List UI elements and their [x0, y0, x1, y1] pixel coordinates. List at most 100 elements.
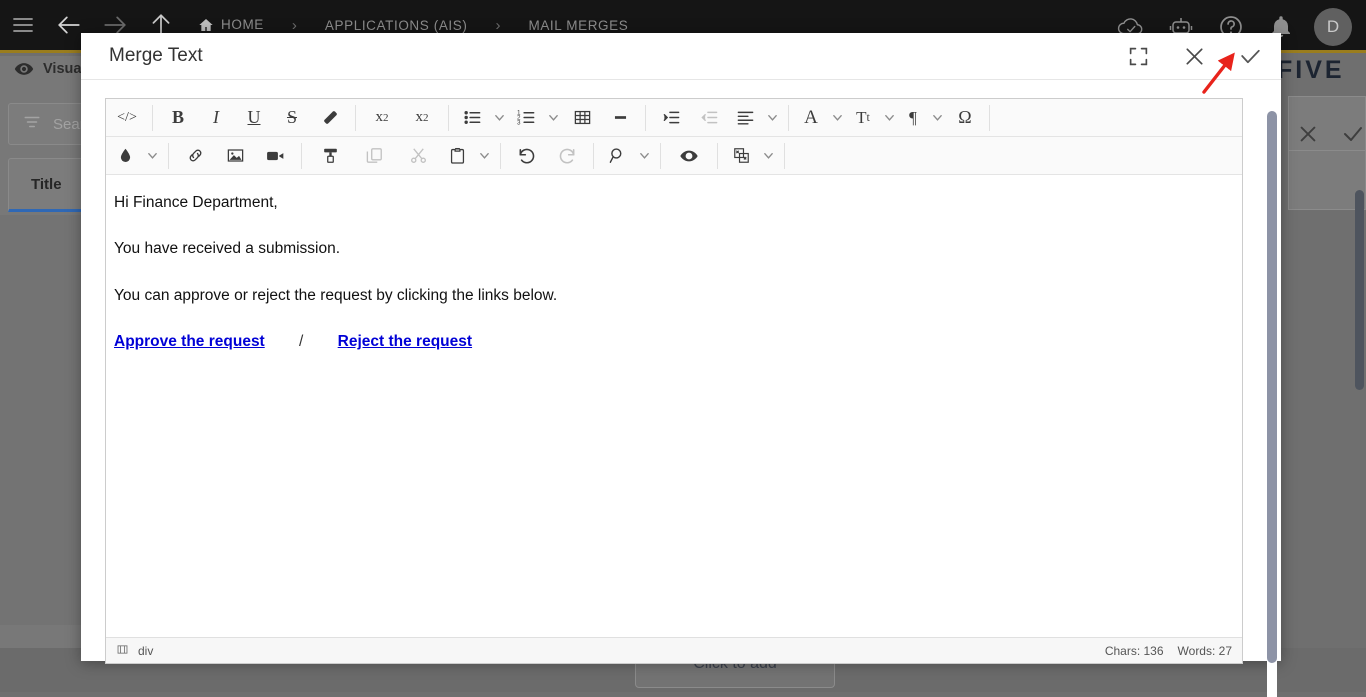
toolbar-divider: [301, 143, 302, 169]
approve-request-link[interactable]: Approve the request: [114, 333, 265, 350]
redo-icon[interactable]: [547, 139, 587, 173]
editor-toolbar-row-1: </> B I U S x2 x2: [106, 99, 1242, 137]
italic-button[interactable]: I: [197, 101, 235, 135]
toolbar-divider: [355, 105, 356, 131]
dialog-header: Merge Text: [81, 33, 1281, 80]
toolbar-divider: [152, 105, 153, 131]
editor-status-bar: div Chars: 136 Words: 27: [106, 637, 1242, 663]
char-count: Chars: 136: [1105, 644, 1164, 658]
home-icon: [198, 17, 214, 33]
chevron-down-icon[interactable]: [827, 101, 847, 135]
expand-button[interactable]: [1117, 37, 1159, 77]
element-path-icon: [116, 643, 129, 659]
chevron-down-icon[interactable]: [634, 139, 654, 173]
toolbar-divider: [717, 143, 718, 169]
chevron-down-icon[interactable]: [489, 101, 509, 135]
font-family-button[interactable]: A: [795, 101, 827, 135]
toolbar-divider: [645, 105, 646, 131]
doc-line-3: You can approve or reject the request by…: [114, 286, 1228, 305]
horizontal-rule-icon[interactable]: [601, 101, 639, 135]
bold-button[interactable]: B: [159, 101, 197, 135]
breadcrumb-item-applications[interactable]: APPLICATIONS (AIS): [319, 18, 474, 33]
column-header-label: Title: [31, 176, 62, 193]
insert-table-icon[interactable]: [563, 101, 601, 135]
preview-eye-icon[interactable]: [667, 139, 711, 173]
special-character-button[interactable]: Ω: [947, 101, 983, 135]
filter-icon: [23, 113, 41, 135]
breadcrumb-separator-1: ›: [270, 17, 319, 34]
dialog-actions: [1117, 33, 1271, 80]
eye-icon: [14, 59, 34, 79]
rich-text-editor: </> B I U S x2 x2: [105, 98, 1243, 664]
confirm-button[interactable]: [1229, 37, 1271, 77]
breadcrumb-label-home: HOME: [221, 17, 264, 32]
merge-text-dialog: Merge Text </>: [81, 33, 1281, 661]
breadcrumb-separator-2: ›: [473, 17, 522, 34]
record-confirm-icon[interactable]: [1341, 122, 1365, 151]
hamburger-icon[interactable]: [0, 0, 46, 52]
toolbar-divider: [593, 143, 594, 169]
superscript-button[interactable]: x2: [362, 101, 402, 135]
breadcrumb: HOME › APPLICATIONS (AIS) › MAIL MERGES: [192, 17, 634, 34]
dialog-title: Merge Text: [109, 45, 203, 67]
copy-icon[interactable]: [352, 139, 396, 173]
subscript-button[interactable]: x2: [402, 101, 442, 135]
chevron-down-icon[interactable]: [543, 101, 563, 135]
increase-indent-icon[interactable]: [652, 101, 690, 135]
counters: Chars: 136 Words: 27: [1105, 644, 1232, 658]
paste-icon[interactable]: [440, 139, 474, 173]
insert-link-icon[interactable]: [175, 139, 215, 173]
visual-tab-label: Visual: [43, 61, 85, 77]
chevron-down-icon[interactable]: [142, 139, 162, 173]
toolbar-divider: [784, 143, 785, 169]
doc-line-1: Hi Finance Department,: [114, 193, 1228, 212]
code-view-button[interactable]: </>: [108, 101, 146, 135]
toolbar-divider: [500, 143, 501, 169]
close-button[interactable]: [1173, 37, 1215, 77]
dialog-scrollbar-thumb[interactable]: [1267, 111, 1277, 663]
underline-button[interactable]: U: [235, 101, 273, 135]
visual-tab[interactable]: Visual: [14, 59, 85, 79]
toolbar-divider: [989, 105, 990, 131]
element-path-group: div: [116, 643, 153, 659]
cut-icon[interactable]: [396, 139, 440, 173]
toolbar-divider: [660, 143, 661, 169]
insert-video-icon[interactable]: [255, 139, 295, 173]
page-scrollbar[interactable]: [1355, 190, 1364, 390]
element-path-label[interactable]: div: [138, 644, 153, 658]
chevron-down-icon[interactable]: [762, 101, 782, 135]
link-separator: /: [269, 333, 333, 350]
editor-content-area[interactable]: Hi Finance Department, You have received…: [106, 175, 1242, 637]
ordered-list-icon[interactable]: 1 2 3: [509, 101, 543, 135]
paragraph-format-button[interactable]: ¶: [899, 101, 927, 135]
undo-icon[interactable]: [507, 139, 547, 173]
format-painter-icon[interactable]: [308, 139, 352, 173]
word-count: Words: 27: [1178, 644, 1232, 658]
reject-request-link[interactable]: Reject the request: [338, 333, 472, 350]
editor-toolbar-row-2: [106, 137, 1242, 175]
search-replace-icon[interactable]: [600, 139, 634, 173]
doc-links-line: Approve the request / Reject the request: [114, 332, 1228, 351]
chevron-down-icon[interactable]: [927, 101, 947, 135]
chevron-down-icon[interactable]: [879, 101, 899, 135]
toolbar-divider: [788, 105, 789, 131]
chevron-down-icon[interactable]: [474, 139, 494, 173]
avatar[interactable]: D: [1314, 8, 1352, 46]
align-icon[interactable]: [728, 101, 762, 135]
font-size-button[interactable]: Tt: [847, 101, 879, 135]
unordered-list-icon[interactable]: [455, 101, 489, 135]
svg-text:3: 3: [517, 120, 521, 127]
insert-image-icon[interactable]: [215, 139, 255, 173]
brand-logo-text: FIVE: [1277, 56, 1345, 85]
record-cancel-icon[interactable]: [1297, 123, 1319, 150]
breadcrumb-item-home[interactable]: HOME: [192, 17, 270, 33]
merge-field-icon[interactable]: [724, 139, 758, 173]
decrease-indent-icon[interactable]: [690, 101, 728, 135]
breadcrumb-item-mail-merges[interactable]: MAIL MERGES: [522, 18, 634, 33]
chevron-down-icon[interactable]: [758, 139, 778, 173]
text-color-droplet-icon[interactable]: [108, 139, 142, 173]
clear-formatting-icon[interactable]: [311, 101, 349, 135]
doc-line-2: You have received a submission.: [114, 239, 1228, 258]
toolbar-divider: [448, 105, 449, 131]
strikethrough-button[interactable]: S: [273, 101, 311, 135]
